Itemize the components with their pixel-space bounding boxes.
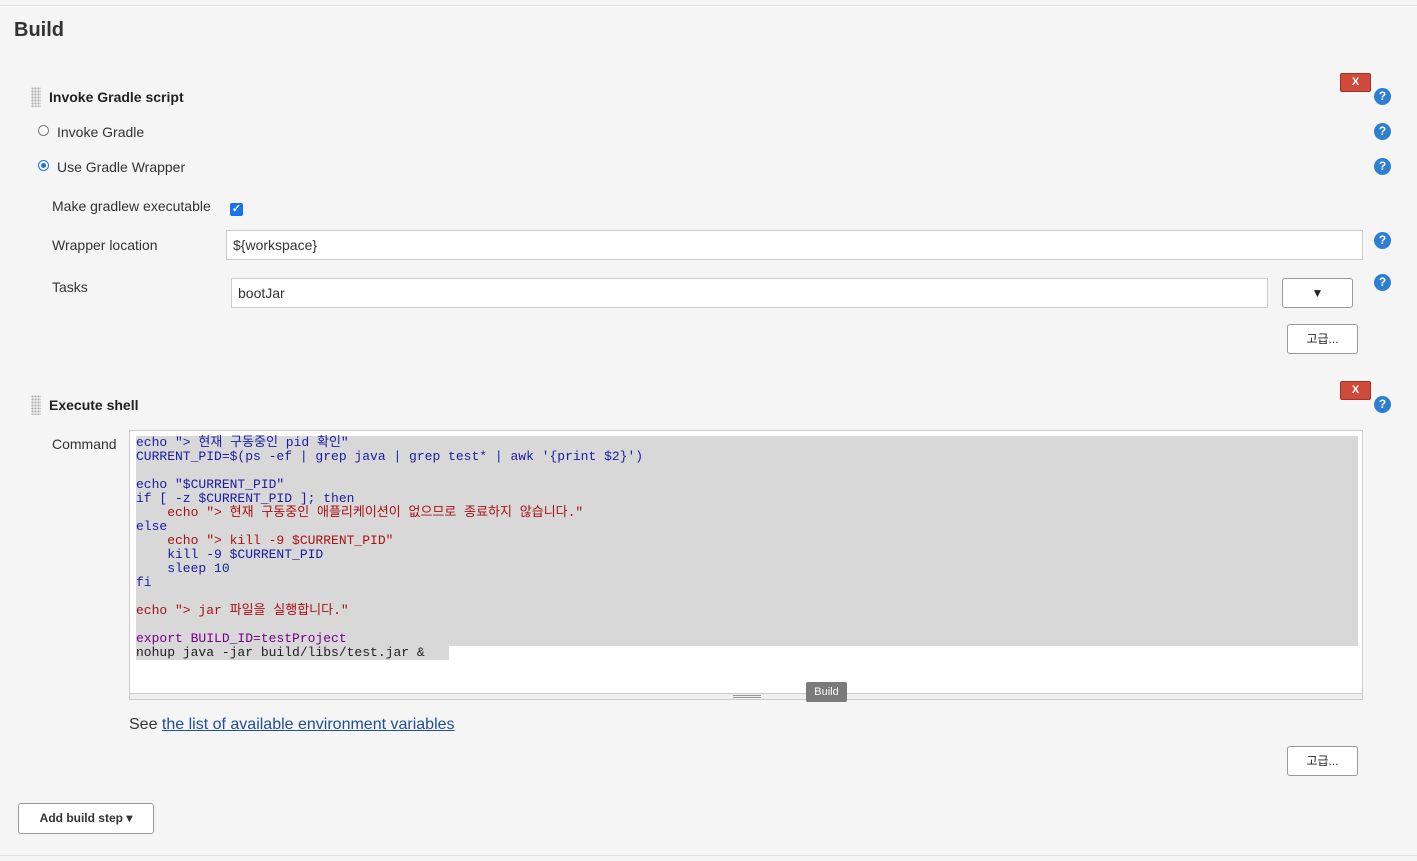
top-divider: [0, 5, 1417, 6]
drag-handle-icon[interactable]: [31, 87, 41, 107]
editor-resize-handle[interactable]: [130, 693, 1362, 699]
tasks-label: Tasks: [52, 279, 88, 295]
delete-step-button[interactable]: X: [1340, 73, 1371, 92]
help-icon[interactable]: ?: [1374, 88, 1391, 105]
env-vars-link[interactable]: the list of available environment variab…: [162, 716, 455, 733]
code-line: echo "> kill -9 $CURRENT_PID": [136, 533, 394, 548]
code-line: echo "$CURRENT_PID": [136, 477, 285, 492]
code-line: sleep 10: [136, 561, 230, 576]
delete-step-button[interactable]: X: [1340, 381, 1371, 400]
make-executable-label: Make gradlew executable: [52, 198, 211, 214]
make-executable-checkbox[interactable]: ✓: [230, 203, 243, 216]
tasks-dropdown-button[interactable]: ▼: [1282, 278, 1353, 308]
command-code[interactable]: echo "> 현재 구동중인 pid 확인" CURRENT_PID=$(ps…: [136, 436, 643, 660]
command-editor[interactable]: echo "> 현재 구동중인 pid 확인" CURRENT_PID=$(ps…: [129, 430, 1363, 700]
wrapper-location-label: Wrapper location: [52, 237, 158, 253]
step-title-gradle: Invoke Gradle script: [49, 89, 184, 105]
section-title: Build: [14, 19, 64, 41]
code-line: if [ -z $CURRENT_PID ]; then: [136, 491, 355, 506]
code-line: echo "> 현재 구동중인 pid 확인": [136, 435, 349, 450]
step-title-shell: Execute shell: [49, 397, 139, 413]
radio-invoke-gradle-label: Invoke Gradle: [57, 124, 145, 140]
code-line: kill -9 $CURRENT_PID: [136, 547, 324, 562]
command-label: Command: [52, 436, 117, 452]
env-vars-prefix: See: [129, 716, 162, 733]
bottom-divider: [0, 855, 1417, 856]
radio-use-gradle-wrapper-label: Use Gradle Wrapper: [57, 159, 186, 175]
help-icon[interactable]: ?: [1374, 158, 1391, 175]
advanced-button[interactable]: 고급...: [1287, 324, 1358, 354]
help-icon[interactable]: ?: [1374, 232, 1391, 249]
advanced-button[interactable]: 고급...: [1287, 746, 1358, 776]
code-line: echo "> 현재 구동중인 애플리케이션이 없으므로 종료하지 않습니다.": [136, 505, 584, 520]
wrapper-location-input[interactable]: ${workspace}: [226, 230, 1363, 260]
tooltip: Build: [806, 682, 847, 702]
code-line: nohup java -jar build/libs/test.jar &: [136, 645, 425, 660]
radio-use-gradle-wrapper[interactable]: [38, 160, 49, 171]
code-line: else: [136, 519, 168, 534]
help-icon[interactable]: ?: [1374, 123, 1391, 140]
code-line: fi: [136, 575, 152, 590]
radio-invoke-gradle[interactable]: [38, 125, 49, 136]
resize-grip-icon[interactable]: [733, 695, 761, 698]
code-line: export BUILD_ID=testProject: [136, 631, 347, 646]
tasks-input[interactable]: bootJar: [231, 278, 1268, 308]
code-line: echo "> jar 파일을 실행합니다.": [136, 603, 349, 618]
code-line: CURRENT_PID=$(ps -ef | grep java | grep …: [136, 449, 644, 464]
env-vars-hint: See the list of available environment va…: [129, 716, 455, 734]
help-icon[interactable]: ?: [1374, 396, 1391, 413]
help-icon[interactable]: ?: [1374, 274, 1391, 291]
drag-handle-icon[interactable]: [31, 395, 41, 415]
add-build-step-button[interactable]: Add build step ▾: [18, 803, 154, 834]
